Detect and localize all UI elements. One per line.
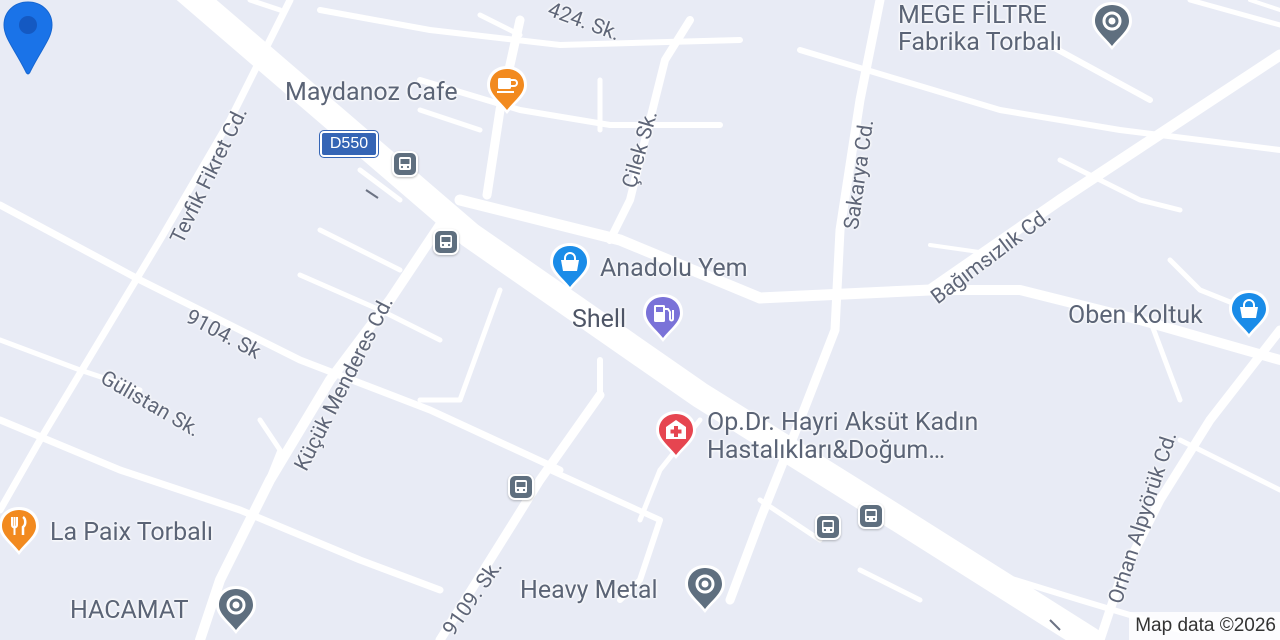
poi-label: Heavy Metal bbox=[520, 576, 658, 605]
place-pin-icon bbox=[1092, 2, 1132, 50]
poi-label: Anadolu Yem bbox=[600, 254, 748, 283]
poi-label: HACAMAT bbox=[70, 596, 189, 625]
bus-stop-icon[interactable] bbox=[392, 151, 418, 177]
place-pin-icon bbox=[685, 565, 725, 613]
location-marker-icon[interactable] bbox=[0, 0, 56, 76]
restaurant-icon bbox=[0, 507, 39, 555]
bus-stop-icon[interactable] bbox=[815, 514, 841, 540]
poi-label: La Paix Torbalı bbox=[50, 518, 214, 547]
bus-stop-icon[interactable] bbox=[508, 474, 534, 500]
fuel-pump-icon bbox=[643, 294, 683, 342]
route-shield-d550: D550 bbox=[320, 131, 378, 157]
shopping-bag-icon bbox=[550, 243, 590, 291]
shopping-bag-icon bbox=[1229, 290, 1269, 338]
hospital-icon bbox=[656, 411, 696, 459]
poi-label: Fabrika Torbalı bbox=[898, 28, 1062, 57]
place-pin-icon bbox=[216, 586, 256, 634]
poi-label: MEGE FİLTRE bbox=[898, 1, 1047, 30]
bus-stop-icon[interactable] bbox=[433, 229, 459, 255]
poi-label: Op.Dr. Hayri Aksüt Kadın bbox=[707, 408, 979, 437]
poi-label: Maydanoz Cafe bbox=[285, 78, 458, 107]
poi-label: Shell bbox=[572, 305, 627, 334]
bus-stop-icon[interactable] bbox=[858, 503, 884, 529]
map-attribution: Map data ©2026 bbox=[1129, 612, 1280, 640]
map-canvas[interactable]: D550 424. Sk. Çilek Sk. Sakarya Cd. Bağı… bbox=[0, 0, 1280, 640]
poi-label: Hastalıkları&Doğum… bbox=[707, 436, 946, 465]
cafe-cup-icon bbox=[487, 66, 527, 114]
poi-label: Oben Koltuk bbox=[1068, 301, 1203, 330]
